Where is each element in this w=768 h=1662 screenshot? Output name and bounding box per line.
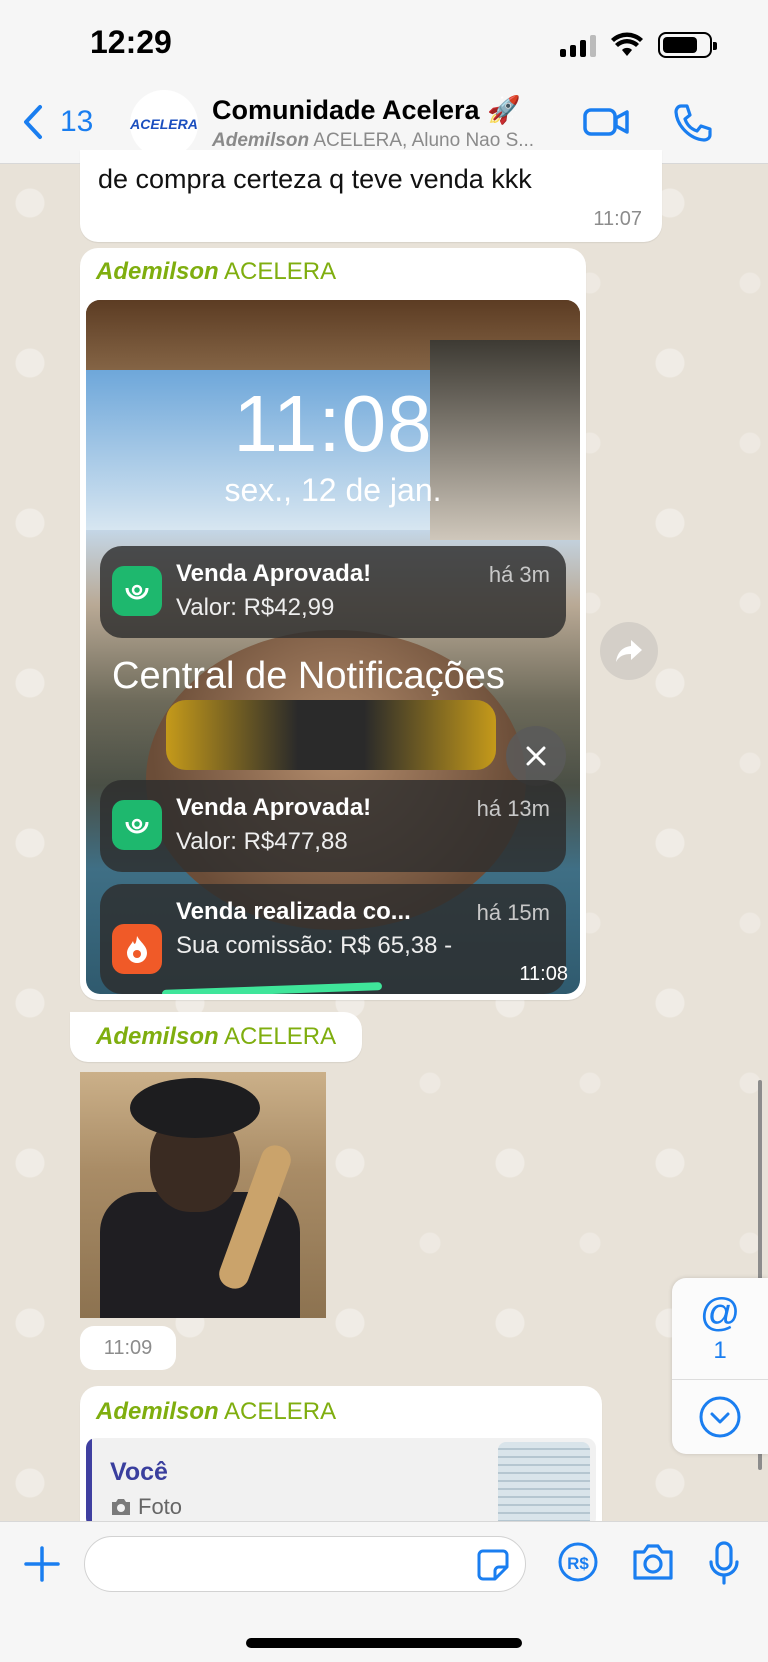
plus-icon[interactable] bbox=[20, 1542, 64, 1586]
chat-title[interactable]: Comunidade Acelera 🚀 bbox=[212, 94, 521, 126]
member-name: Ademilson bbox=[212, 130, 310, 151]
video-call-icon[interactable] bbox=[582, 102, 630, 142]
sticker-beret bbox=[130, 1078, 260, 1138]
notification-age: há 3m bbox=[488, 562, 550, 587]
forward-arrow-icon bbox=[616, 640, 642, 662]
phone-call-icon[interactable] bbox=[672, 102, 714, 144]
jump-panel: @ 1 bbox=[672, 1278, 768, 1454]
notification-card: Venda realizada co... Sua comissão: R$ 6… bbox=[100, 884, 566, 994]
notification-body: Valor: R$477,88 bbox=[176, 828, 348, 855]
fire-app-icon bbox=[112, 924, 162, 974]
battery-icon bbox=[658, 32, 717, 58]
sender-name: Ademilson ACELERA bbox=[96, 1398, 336, 1426]
sticker-image[interactable] bbox=[80, 1072, 326, 1318]
notification-age: há 15m bbox=[476, 900, 550, 925]
quoted-message[interactable]: Você Foto bbox=[86, 1438, 596, 1526]
quote-bar bbox=[86, 1438, 92, 1526]
sender-tag: ACELERA bbox=[218, 1023, 337, 1050]
lockscreen-date: sex., 12 de jan. bbox=[224, 472, 442, 508]
reply-message-bubble[interactable]: Ademilson ACELERA Você Foto bbox=[80, 1386, 602, 1526]
members-rest: ACELERA, Aluno Nao S... bbox=[309, 130, 535, 151]
sender-name: Ademilson ACELERA bbox=[96, 258, 336, 286]
scroll-to-bottom-button[interactable] bbox=[672, 1380, 768, 1454]
camera-icon[interactable] bbox=[630, 1540, 676, 1584]
unread-count: 13 bbox=[60, 105, 94, 138]
quoted-content: Foto bbox=[110, 1494, 182, 1520]
sender-first-name: Ademilson bbox=[96, 1023, 219, 1050]
lockscreen-clock: 11:08 bbox=[233, 379, 433, 468]
svg-text:R$: R$ bbox=[567, 1554, 589, 1573]
sender-name: Ademilson ACELERA bbox=[96, 1023, 336, 1051]
quoted-author: Você bbox=[110, 1458, 168, 1486]
back-button[interactable]: 13 bbox=[20, 104, 93, 140]
sender-tag: ACELERA bbox=[218, 258, 337, 285]
payment-app-icon bbox=[112, 800, 162, 850]
message-text: de compra certeza q teve venda kkk bbox=[98, 164, 532, 194]
payment-icon[interactable]: R$ bbox=[556, 1540, 600, 1584]
status-icons bbox=[560, 32, 717, 58]
home-indicator bbox=[246, 1638, 522, 1648]
forward-button[interactable] bbox=[600, 622, 658, 680]
status-time: 12:29 bbox=[90, 24, 172, 60]
quoted-thumbnail bbox=[498, 1442, 590, 1526]
image-message-bubble[interactable]: Ademilson ACELERA 11:08 sex., 12 de jan.… bbox=[80, 248, 586, 1000]
close-icon bbox=[506, 726, 566, 786]
message-time: 11:08 bbox=[519, 963, 568, 985]
sender-label-bubble: Ademilson ACELERA bbox=[70, 1012, 362, 1062]
shared-screenshot[interactable]: 11:08 sex., 12 de jan. Venda Aprovada! V… bbox=[86, 300, 580, 994]
mention-count: 1 bbox=[713, 1336, 727, 1364]
sender-first-name: Ademilson bbox=[96, 1398, 219, 1425]
sender-tag: ACELERA bbox=[218, 1398, 337, 1425]
payment-app-icon bbox=[112, 566, 162, 616]
notification-body: Sua comissão: R$ 65,38 - bbox=[176, 932, 453, 959]
sticker-icon[interactable] bbox=[475, 1547, 511, 1583]
message-input[interactable] bbox=[84, 1536, 526, 1592]
chevron-down-circle-icon bbox=[699, 1396, 741, 1438]
notification-title: Venda realizada co... bbox=[176, 898, 411, 925]
status-bar: 12:29 bbox=[0, 0, 768, 88]
cellular-signal-icon bbox=[560, 33, 596, 57]
sticker-time-pill: 11:09 bbox=[80, 1326, 176, 1370]
notification-body: Valor: R$42,99 bbox=[176, 594, 335, 621]
at-icon: @ bbox=[699, 1290, 741, 1335]
message-bubble[interactable]: de compra certeza q teve venda kkk 11:07 bbox=[80, 150, 662, 242]
message-time: 11:09 bbox=[103, 1336, 153, 1359]
notification-title: Venda Aprovada! bbox=[176, 560, 372, 587]
chevron-left-icon bbox=[24, 105, 42, 139]
mention-button[interactable]: @ 1 bbox=[672, 1278, 768, 1380]
photo-sunglasses bbox=[166, 700, 496, 770]
notification-center-label: Central de Notificações bbox=[112, 655, 505, 697]
quoted-type: Foto bbox=[138, 1494, 183, 1519]
notification-card: Venda Aprovada! Valor: R$477,88 há 13m bbox=[100, 780, 566, 872]
notification-age: há 13m bbox=[476, 796, 550, 821]
group-avatar[interactable]: ACELERA bbox=[130, 90, 198, 158]
composer-bar: R$ bbox=[0, 1521, 768, 1662]
wifi-icon bbox=[611, 32, 643, 56]
notification-title: Venda Aprovada! bbox=[176, 794, 372, 821]
message-time: 11:07 bbox=[593, 208, 642, 230]
chat-members: Ademilson ACELERA, Aluno Nao S... bbox=[212, 130, 534, 152]
camera-icon bbox=[112, 1499, 130, 1515]
sender-first-name: Ademilson bbox=[96, 258, 219, 285]
notification-card: Venda Aprovada! Valor: R$42,99 há 3m bbox=[100, 546, 566, 638]
microphone-icon[interactable] bbox=[706, 1540, 742, 1586]
